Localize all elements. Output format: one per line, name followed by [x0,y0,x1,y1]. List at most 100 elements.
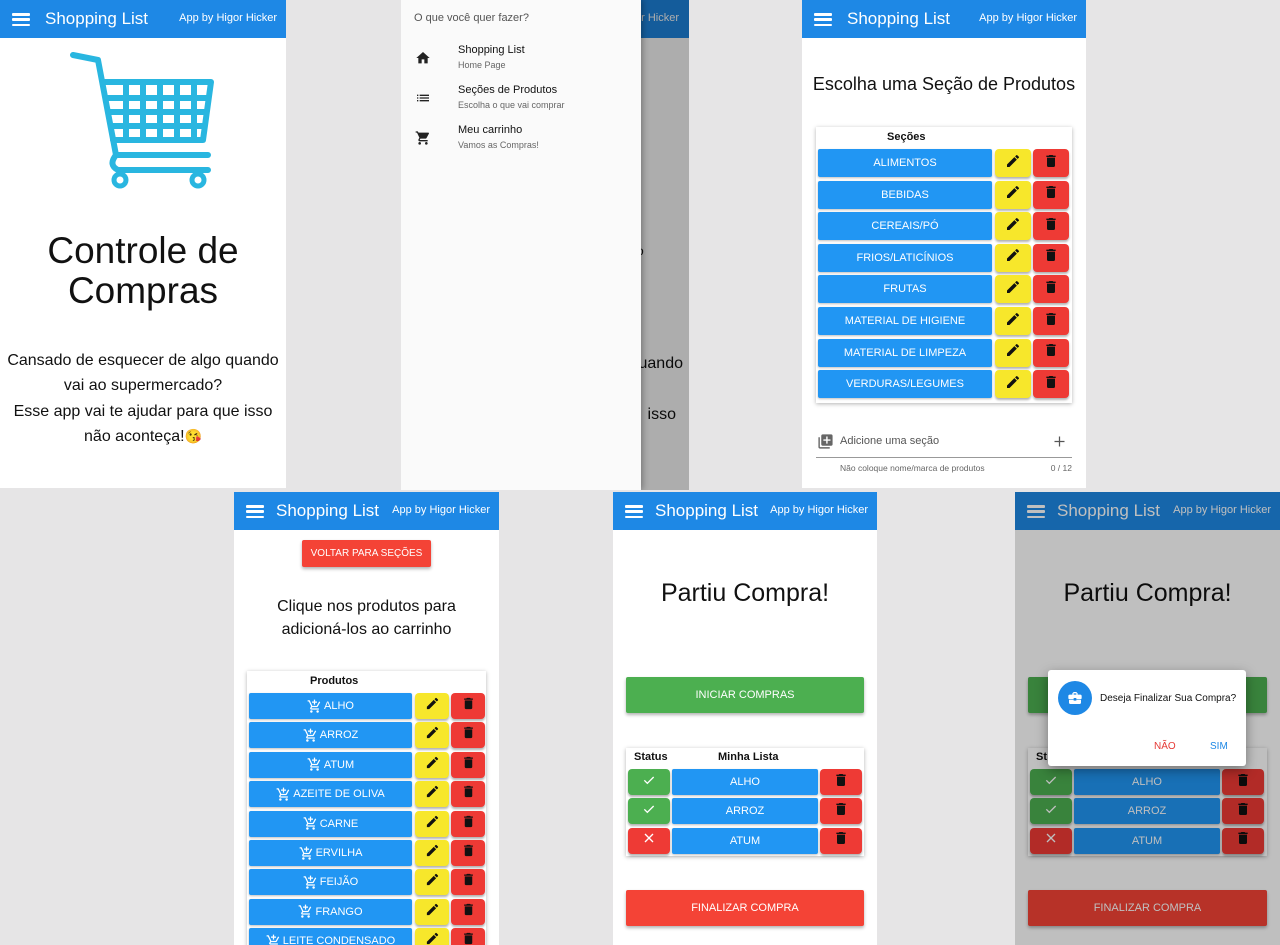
cart-item-button[interactable]: ALHO [672,769,818,795]
edit-product-button[interactable] [415,898,449,925]
status-toggle-button[interactable] [628,769,670,795]
product-button[interactable]: ARROZ [249,722,412,749]
edit-section-button[interactable] [995,338,1031,367]
delete-section-button[interactable] [1033,243,1069,272]
add-section-hint: Não coloque nome/marca de produtos [840,463,985,473]
menu-icon[interactable] [246,502,264,520]
edit-product-button[interactable] [415,722,449,749]
edit-product-button[interactable] [415,869,449,896]
delete-product-button[interactable] [451,898,485,925]
delete-product-button[interactable] [451,810,485,837]
pencil-icon [1005,342,1021,363]
edit-product-button[interactable] [415,781,449,808]
pencil-icon [425,725,440,745]
product-label: ATUM [323,758,355,771]
trash-icon [1043,216,1059,237]
section-button[interactable]: ALIMENTOS [818,149,992,177]
status-toggle-button[interactable] [628,798,670,825]
product-button[interactable]: FRANGO [249,898,412,925]
delete-product-button[interactable] [451,751,485,778]
section-row: MATERIAL DE LIMPEZA [818,338,1069,367]
cart-item-button[interactable]: ARROZ [672,798,818,825]
dialog-yes-button[interactable]: SIM [1210,741,1228,752]
product-button[interactable]: AZEITE DE OLIVA [249,781,412,808]
trash-icon [461,902,476,922]
delete-section-button[interactable] [1033,307,1069,335]
pencil-icon [425,696,440,716]
edit-section-button[interactable] [995,149,1031,177]
section-button[interactable]: CEREAIS/PÓ [818,212,992,241]
plus-icon[interactable] [1052,434,1067,449]
product-button[interactable]: ERVILHA [249,840,412,866]
edit-product-button[interactable] [415,810,449,837]
delete-section-button[interactable] [1033,370,1069,399]
delete-product-button[interactable] [451,840,485,866]
product-button[interactable]: ALHO [249,693,412,719]
remove-item-button[interactable] [820,798,862,825]
edit-section-button[interactable] [995,243,1031,272]
delete-product-button[interactable] [451,722,485,749]
delete-section-button[interactable] [1033,149,1069,177]
trash-icon [833,830,849,851]
drawer-item-cart[interactable]: Meu carrinho Vamos as Compras! [401,120,641,156]
product-button[interactable]: CARNE [249,810,412,837]
drawer-item-sub: Vamos as Compras! [458,140,539,150]
delete-product-button[interactable] [451,693,485,719]
product-button[interactable]: FEIJÃO [249,869,412,896]
remove-item-button[interactable] [820,769,862,795]
home-title-line2: Compras [67,270,219,311]
delete-product-button[interactable] [451,781,485,808]
edit-section-button[interactable] [995,307,1031,335]
sections-heading: Escolha uma Seção de Produtos [812,74,1076,94]
menu-icon[interactable] [814,10,832,28]
add-to-cart-icon [307,757,322,772]
app-title: Shopping List [847,9,951,28]
drawer-item-sections[interactable]: Seções de Produtos Escolha o que vai com… [401,80,641,116]
section-row: CEREAIS/PÓ [818,212,1069,241]
remove-item-button[interactable] [820,827,862,854]
delete-section-button[interactable] [1033,212,1069,241]
edit-product-button[interactable] [415,751,449,778]
trash-icon [1043,374,1059,395]
section-button[interactable]: FRUTAS [818,275,992,304]
product-row: FEIJÃO [249,869,485,896]
section-button[interactable]: VERDURAS/LEGUMES [818,370,992,399]
pencil-icon [425,902,440,922]
add-section-field[interactable]: Adicione uma seção [816,428,1072,458]
finish-shopping-button[interactable]: FINALIZAR COMPRA [626,890,864,926]
product-button[interactable]: LEITE CONDENSADO [249,928,412,945]
delete-section-button[interactable] [1033,338,1069,367]
nav-drawer: O que você quer fazer? Shopping List Hom… [401,0,641,490]
start-shopping-button[interactable]: INICIAR COMPRAS [626,677,864,713]
section-button[interactable]: MATERIAL DE LIMPEZA [818,338,992,367]
pencil-icon [425,843,440,863]
section-button[interactable]: BEBIDAS [818,180,992,209]
cart-item-button[interactable]: ATUM [672,827,818,854]
edit-product-button[interactable] [415,928,449,945]
edit-product-button[interactable] [415,693,449,719]
home-icon [416,52,430,64]
edit-section-button[interactable] [995,212,1031,241]
delete-product-button[interactable] [451,869,485,896]
back-to-sections-button[interactable]: VOLTAR PARA SEÇÕES [302,540,431,567]
edit-section-button[interactable] [995,180,1031,209]
delete-product-button[interactable] [451,928,485,945]
edit-section-button[interactable] [995,370,1031,399]
app-bar: Shopping List App by Higor Hicker [613,492,877,530]
dialog-no-button[interactable]: NÃO [1154,741,1176,752]
status-toggle-button[interactable] [628,827,670,854]
trash-icon [461,784,476,804]
product-row: ALHO [249,693,485,719]
drawer-item-home[interactable]: Shopping List Home Page [401,40,641,76]
section-button[interactable]: MATERIAL DE HIGIENE [818,307,992,335]
menu-icon[interactable] [12,10,30,28]
edit-product-button[interactable] [415,840,449,866]
delete-section-button[interactable] [1033,180,1069,209]
section-button[interactable]: FRIOS/LATICÍNIOS [818,243,992,272]
app-byline: App by Higor Hicker [979,12,1077,24]
delete-section-button[interactable] [1033,275,1069,304]
product-button[interactable]: ATUM [249,751,412,778]
menu-icon[interactable] [625,502,643,520]
edit-section-button[interactable] [995,275,1031,304]
product-label: ARROZ [319,729,359,742]
